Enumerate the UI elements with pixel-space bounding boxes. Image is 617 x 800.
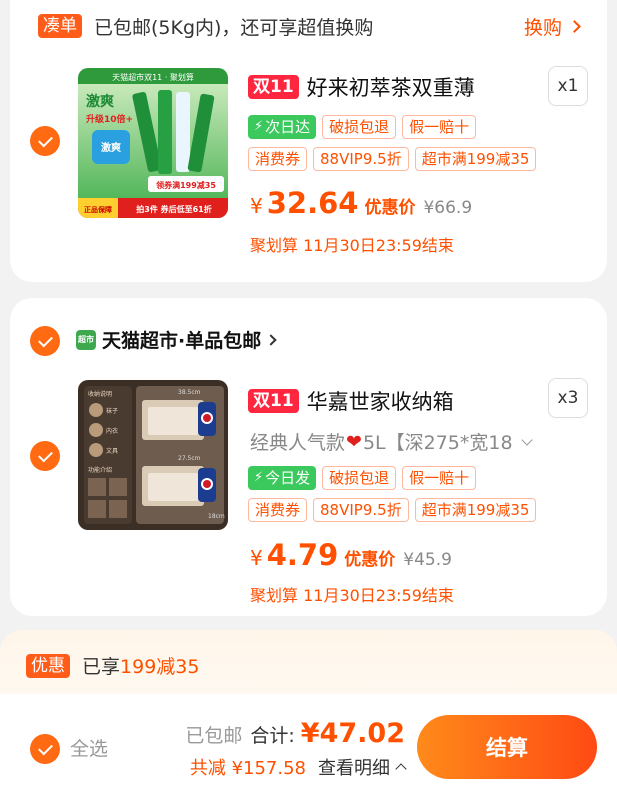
checkout-button[interactable]: 结算 [417, 715, 597, 779]
thumb-guarantee-text: 正品保障 [84, 205, 112, 214]
toothpaste-image: 天猫超市双11 · 聚划算 激爽 升级10倍+ 激爽 领券满199减35 正品保… [78, 68, 228, 218]
exchange-link[interactable]: 换购 [523, 13, 581, 40]
return-tag: 破损包退 [322, 115, 397, 139]
item1-thumbnail[interactable]: 天猫超市双11 · 聚划算 激爽 升级10倍+ 激爽 领券满199减35 正品保… [78, 68, 228, 218]
next-day-tag: ⚡ 次日达 [248, 115, 317, 139]
item2-price: 4.79 [266, 538, 339, 572]
thumb-label-4: 文具 [106, 447, 118, 455]
next-day-label: 次日达 [265, 118, 311, 136]
item1-service-tags: ⚡ 次日达 破损包退 假一赔十 [248, 115, 477, 139]
item1-title-row[interactable]: 双11 好来初萃茶双重薄 [248, 72, 475, 102]
store-header[interactable]: 超市 天猫超市·单品包邮 [76, 326, 277, 353]
checkout-footer: 全选 已包邮 合计: ¥47.02 共减 ¥157.58 查看明细 结算 [0, 694, 617, 800]
view-details-label: 查看明细 [318, 758, 390, 779]
thumb-dim-2: 27.5cm [178, 455, 201, 462]
thumb-sub-text: 升级10倍+ [86, 113, 133, 125]
item2-thumbnail[interactable]: 收纳说明 袜子 内衣 文具 功能介绍 38.5cm 27.5cm 18cm [78, 380, 228, 530]
item2-service-tags: ⚡ 今日发 破损包退 假一赔十 [248, 466, 477, 490]
item2-title-row[interactable]: 双11 华嘉世家收纳箱 [248, 386, 454, 416]
thumb-label-5: 功能介绍 [88, 466, 112, 474]
item2-spec-selector[interactable]: 经典人气款 ❤ 5L【深275*宽18 [250, 428, 533, 455]
price-label: 优惠价 [364, 198, 416, 218]
promo-amount: 199减35 [120, 656, 200, 678]
discount-tag: 超市满199减35 [414, 498, 537, 522]
promo-badge: 优惠 [26, 653, 70, 678]
currency-symbol: ¥ [250, 194, 263, 218]
thumb-logo-text: 激爽 [101, 141, 121, 154]
savings-row: 共减 ¥157.58 查看明细 [189, 754, 407, 780]
item2-promo-tags: 消费券 88VIP9.5折 超市满199减35 [248, 498, 537, 522]
coupon-tag: 消费券 [248, 498, 308, 522]
select-all-checkbox[interactable] [30, 734, 60, 764]
storage-box-image: 收纳说明 袜子 内衣 文具 功能介绍 38.5cm 27.5cm 18cm [78, 380, 228, 530]
thumb-dim-3: 18cm [208, 513, 225, 520]
item1-price: 32.64 [266, 186, 359, 220]
store-checkbox[interactable] [30, 326, 60, 356]
total-amount: ¥47.02 [300, 718, 405, 749]
same-day-label: 今日发 [265, 469, 311, 487]
store-name[interactable]: 天猫超市·单品包邮 [102, 326, 261, 353]
spec-text-suffix: 5L【深275*宽18 [362, 432, 513, 454]
promo-summary-bar: 优惠 已享199减35 [0, 630, 617, 700]
double11-badge: 双11 [248, 389, 299, 413]
guarantee-tag: 假一赔十 [402, 115, 477, 139]
same-day-tag: ⚡ 今日发 [248, 466, 317, 490]
view-details-link[interactable]: 查看明细 [318, 754, 407, 780]
promo-text-prefix: 已享 [82, 656, 121, 678]
thumb-label-2: 袜子 [106, 407, 118, 415]
item2-original-price: ¥45.9 [403, 550, 452, 570]
heart-icon: ❤ [346, 430, 362, 453]
shipping-free-label: 已包邮 [185, 725, 243, 747]
promo-text: 已享199减35 [82, 652, 199, 679]
vip-tag: 88VIP9.5折 [313, 498, 409, 522]
item1-deadline: 聚划算 11月30日23:59结束 [250, 236, 454, 255]
coupon-tag: 消费券 [248, 147, 308, 171]
thumb-label-3: 内衣 [106, 427, 118, 435]
chevron-up-icon [395, 763, 407, 775]
item1-original-price: ¥66.9 [423, 198, 473, 218]
thumb-deal-text: 拍3件 券后低至61折 [136, 204, 211, 214]
return-tag: 破损包退 [322, 466, 397, 490]
chevron-right-icon [568, 19, 581, 33]
item1-title[interactable]: 好来初萃茶双重薄 [307, 72, 475, 102]
thumb-header-text: 天猫超市双11 · 聚划算 [112, 72, 194, 82]
spec-text-prefix: 经典人气款 [250, 432, 346, 454]
lightning-icon: ⚡ [254, 119, 264, 134]
price-label: 优惠价 [344, 550, 396, 570]
bundle-badge: 凑单 [38, 14, 82, 38]
discount-tag: 超市满199减35 [414, 147, 537, 171]
item1-price-row: ¥ 32.64 优惠价 ¥66.9 [250, 186, 472, 220]
double11-badge: 双11 [248, 75, 299, 99]
bundle-text: 已包邮(5Kg内)，还可享超值换购 [94, 16, 374, 39]
total-row: 已包邮 合计: ¥47.02 [185, 718, 405, 749]
select-all-label[interactable]: 全选 [70, 734, 108, 764]
item2-price-row: ¥ 4.79 优惠价 ¥45.9 [250, 538, 452, 572]
exchange-label: 换购 [523, 16, 562, 39]
thumb-coupon-text: 领券满199减35 [156, 180, 216, 190]
thumb-label-1: 收纳说明 [88, 390, 112, 398]
vip-tag: 88VIP9.5折 [313, 147, 409, 171]
item2-title[interactable]: 华嘉世家收纳箱 [307, 386, 454, 416]
thumb-dim-1: 38.5cm [178, 389, 201, 396]
lightning-icon: ⚡ [254, 470, 264, 485]
item1-checkbox[interactable] [30, 126, 60, 156]
chevron-right-icon [265, 333, 277, 346]
thumb-promo-text: 激爽 [86, 93, 114, 110]
item1-promo-tags: 消费券 88VIP9.5折 超市满199减35 [248, 147, 537, 171]
bundle-bar: 凑单 已包邮(5Kg内)，还可享超值换购 换购 [38, 12, 581, 40]
item2-deadline: 聚划算 11月30日23:59结束 [250, 586, 454, 605]
item2-quantity[interactable]: x3 [548, 378, 588, 418]
cart-card-2: 超市 天猫超市·单品包邮 收纳说明 袜子 内衣 文具 功能介绍 38.5cm 2… [10, 298, 607, 616]
item2-checkbox[interactable] [30, 441, 60, 471]
chevron-down-icon [520, 433, 533, 446]
item1-quantity[interactable]: x1 [548, 66, 588, 106]
currency-symbol: ¥ [250, 546, 263, 570]
savings-amount: 共减 ¥157.58 [189, 758, 306, 779]
tmall-supermarket-icon: 超市 [76, 329, 96, 350]
guarantee-tag: 假一赔十 [402, 466, 477, 490]
cart-card-1: 凑单 已包邮(5Kg内)，还可享超值换购 换购 天猫超市双11 · 聚划算 激爽… [10, 0, 607, 282]
total-label: 合计: [250, 725, 295, 747]
